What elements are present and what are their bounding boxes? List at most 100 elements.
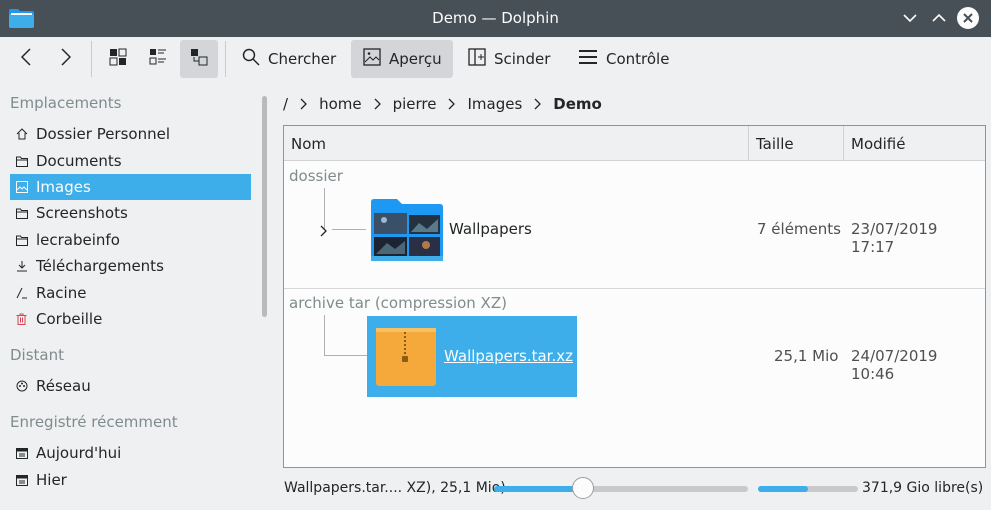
image-icon [363,48,381,70]
chevron-right-icon [448,98,456,110]
calendar-icon [15,474,28,487]
back-button[interactable] [12,40,40,78]
search-button[interactable]: Chercher [234,40,344,78]
sidebar-item-root[interactable]: Racine [10,280,251,306]
details-view-button[interactable] [180,40,218,78]
trash-icon [15,313,28,326]
group-title: archive tar (compression XZ) [289,294,507,312]
search-label: Chercher [268,50,337,68]
compact-view-button[interactable] [140,40,176,78]
sidebar-item-label: Aujourd'hui [36,444,122,462]
toolbar-separator [225,41,226,77]
hamburger-menu-icon [578,49,598,69]
network-icon [15,380,28,393]
sidebar-item-yesterday[interactable]: Hier [10,467,251,493]
breadcrumb-images[interactable]: Images [467,95,522,113]
window-title: Demo — Dolphin [432,9,559,27]
sidebar-item-label: lecrabeinfo [36,231,120,249]
disk-space-fill [758,486,808,492]
image-icon [15,181,28,194]
column-size[interactable]: Taille [749,126,844,161]
tree-line [324,355,367,356]
column-name[interactable]: Nom [284,126,749,161]
icons-view-button[interactable] [100,40,136,78]
places-scrollbar[interactable] [262,96,267,317]
folder-icon [15,207,28,220]
chevron-right-icon [534,98,542,110]
remote-section-title: Distant [10,346,64,364]
maximize-button[interactable] [927,6,951,30]
breadcrumb: / home pierre Images Demo [283,90,602,118]
tree-line [332,229,366,230]
download-icon [15,260,28,273]
disk-space-bar [758,486,858,492]
details-view-icon [190,48,208,70]
archive-file-icon [376,326,436,390]
sidebar-item-today[interactable]: Aujourd'hui [10,440,251,466]
status-text: Wallpapers.tar.... XZ), 25,1 Mio) [284,480,506,496]
sidebar-item-downloads[interactable]: Téléchargements [10,253,251,279]
file-size: 7 éléments [757,220,841,238]
breadcrumb-pierre[interactable]: pierre [393,95,437,113]
file-size: 25,1 Mio [774,347,839,365]
close-button[interactable] [957,7,979,29]
split-button[interactable]: Scinder [460,40,564,78]
sidebar-item-home[interactable]: Dossier Personnel [10,121,251,147]
file-modified: 24/07/2019 10:46 [851,347,938,383]
zoom-slider-fill [494,486,583,492]
sidebar-item-documents[interactable]: Documents [10,148,251,174]
chevron-right-icon [300,98,307,110]
sidebar-item-label: Dossier Personnel [36,125,170,143]
folder-icon [15,155,28,168]
split-view-icon [468,48,486,70]
sidebar-item-label: Screenshots [36,204,128,222]
preview-button[interactable]: Aperçu [351,40,453,78]
title-bar: Demo — Dolphin [0,0,991,37]
sidebar-item-screenshots[interactable]: Screenshots [10,200,251,226]
file-name: Wallpapers [449,220,532,238]
forward-button[interactable] [52,40,80,78]
sidebar-item-label: Téléchargements [36,257,164,275]
expand-chevron-icon[interactable] [320,223,327,241]
recent-section-title: Enregistré récemment [10,413,178,431]
minimize-button[interactable] [898,6,922,30]
split-label: Scinder [494,50,551,68]
search-icon [242,48,260,70]
sidebar-item-lecrabeinfo[interactable]: lecrabeinfo [10,227,251,253]
calendar-icon [15,447,28,460]
column-header: Nom Taille Modifié [284,126,985,161]
zoom-slider[interactable] [494,486,748,492]
main-toolbar: Chercher Aperçu Scinder Contrôle [0,37,991,83]
zoom-slider-handle[interactable] [571,477,594,499]
sidebar-item-network[interactable]: Réseau [10,373,251,399]
control-menu-button[interactable]: Contrôle [570,40,680,78]
icons-view-icon [109,48,127,70]
free-space-label: 371,9 Gio libre(s) [862,480,984,496]
sidebar-item-trash[interactable]: Corbeille [10,306,251,332]
breadcrumb-home[interactable]: home [319,95,362,113]
places-panel: Emplacements Dossier Personnel Documents… [0,83,262,510]
sidebar-item-label: Images [36,178,91,196]
chevron-left-icon [20,48,31,70]
sidebar-item-images[interactable]: Images [10,174,251,200]
toolbar-separator [91,41,92,77]
folder-icon [15,234,28,247]
sidebar-item-label: Racine [36,284,87,302]
sidebar-item-label: Hier [36,471,67,489]
breadcrumb-root[interactable]: / [283,95,288,113]
breadcrumb-current[interactable]: Demo [553,95,602,113]
control-label: Contrôle [606,50,670,68]
preview-label: Aperçu [389,50,442,68]
group-divider [284,288,985,289]
compact-view-icon [149,48,167,70]
chevron-right-icon [374,98,381,110]
tree-line [324,315,325,355]
file-view: Nom Taille Modifié dossier Wallpapers 7 … [283,125,986,468]
sidebar-item-label: Documents [36,152,122,170]
file-name: Wallpapers.tar.xz [444,347,573,365]
chevron-right-icon [61,48,72,70]
sidebar-item-label: Réseau [36,377,91,395]
wallpapers-folder-icon [371,199,443,265]
file-modified: 23/07/2019 17:17 [851,220,938,256]
column-modified[interactable]: Modifié [844,126,986,161]
